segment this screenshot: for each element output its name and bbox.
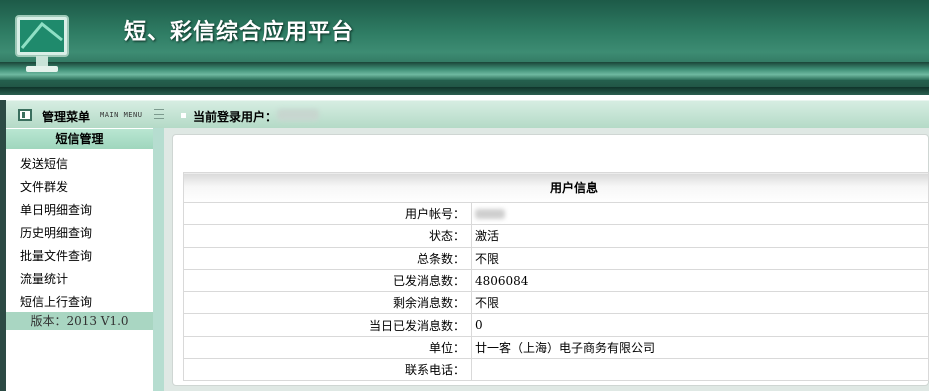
table-row: 单位： 廿一客（上海）电子商务有限公司 [183,335,929,360]
company-label: 单位： [183,335,472,360]
header-band [0,62,929,80]
collapse-menu-icon[interactable] [154,109,164,119]
sent-count-value: 4806084 [471,268,929,293]
company-value: 廿一客（上海）电子商务有限公司 [471,335,929,360]
sidebar-item-daily-detail-query[interactable]: 单日明细查询 [20,201,92,218]
table-row: 总条数： 不限 [183,246,929,270]
total-count-value: 不限 [471,246,929,270]
total-count-label: 总条数： [183,246,472,270]
monitor-logo-icon [15,15,69,72]
panel-divider [153,128,164,391]
sidebar-section-title[interactable]: 短信管理 [6,129,153,149]
account-label: 用户帐号： [183,201,472,226]
version-label: 版本：2013 V1.0 [6,312,153,330]
status-value: 激活 [471,224,929,248]
table-row: 联系电话： [183,358,929,382]
menu-title: 管理菜单 [42,110,91,124]
menu-window-icon [18,109,32,121]
bullet-icon [181,113,186,118]
phone-label: 联系电话： [183,358,472,382]
sidebar-item-history-detail-query[interactable]: 历史明细查询 [20,224,92,241]
sent-count-label: 已发消息数： [183,268,472,293]
today-sent-value: 0 [471,313,929,337]
sidebar-item-batch-file-query[interactable]: 批量文件查询 [20,247,92,264]
sidebar-item-sms-uplink-query[interactable]: 短信上行查询 [20,293,92,310]
sidebar-item-file-broadcast[interactable]: 文件群发 [20,178,68,195]
menu-subtitle: MAIN MENU [100,111,143,119]
status-label: 状态： [183,224,472,248]
sidebar-item-traffic-stats[interactable]: 流量统计 [20,270,68,287]
current-user-name-redacted [277,109,319,121]
table-row: 当日已发消息数： 0 [183,313,929,337]
menu-header-bar: 管理菜单 MAIN MENU 当前登录用户： [6,100,929,128]
current-user-label: 当前登录用户： [193,110,278,124]
user-info-table: 用户信息 用户帐号： 状态： 激活 总条数： 不限 已发消息数： 4806084… [183,172,929,382]
table-row: 剩余消息数： 不限 [183,291,929,315]
sidebar-item-send-sms[interactable]: 发送短信 [20,155,68,172]
app-title: 短、彩信综合应用平台 [124,19,355,45]
table-row: 已发消息数： 4806084 [183,268,929,293]
table-row: 用户帐号： [183,201,929,226]
user-info-title: 用户信息 [183,172,929,203]
app-header: 短、彩信综合应用平台 [0,0,929,95]
table-row: 状态： 激活 [183,224,929,248]
account-value-redacted [471,201,929,226]
remaining-count-label: 剩余消息数： [183,291,472,315]
header-bottom-line [0,87,929,95]
today-sent-label: 当日已发消息数： [183,313,472,337]
remaining-count-value: 不限 [471,291,929,315]
phone-value [471,358,929,382]
